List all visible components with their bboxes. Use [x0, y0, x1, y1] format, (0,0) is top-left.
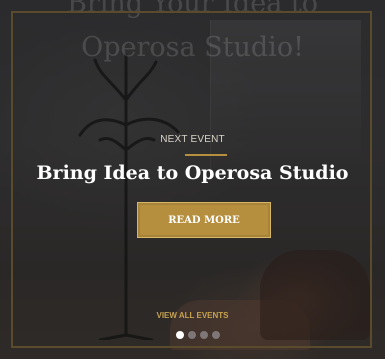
event-title: Bring Idea to Operosa Studio — [36, 162, 349, 184]
carousel-dot[interactable] — [176, 331, 184, 339]
coat-rack-image — [78, 53, 180, 340]
eyebrow-divider — [185, 154, 227, 156]
view-all-events-link[interactable]: VIEW ALL EVENTS — [0, 311, 385, 320]
read-more-button[interactable]: READ MORE — [137, 202, 271, 238]
carousel-pagination — [176, 330, 220, 340]
carousel-dot[interactable] — [188, 331, 196, 339]
eyebrow-label: NEXT EVENT — [160, 134, 225, 145]
background-title-line-2: Operosa Studio! — [81, 32, 304, 63]
carousel-dot[interactable] — [212, 331, 220, 339]
carousel-dot[interactable] — [200, 331, 208, 339]
event-hero-banner: Bring Your Idea to Operosa Studio! NEXT … — [0, 0, 385, 359]
background-title-line-1: Bring Your Idea to — [67, 0, 318, 19]
background-chair — [260, 250, 370, 340]
